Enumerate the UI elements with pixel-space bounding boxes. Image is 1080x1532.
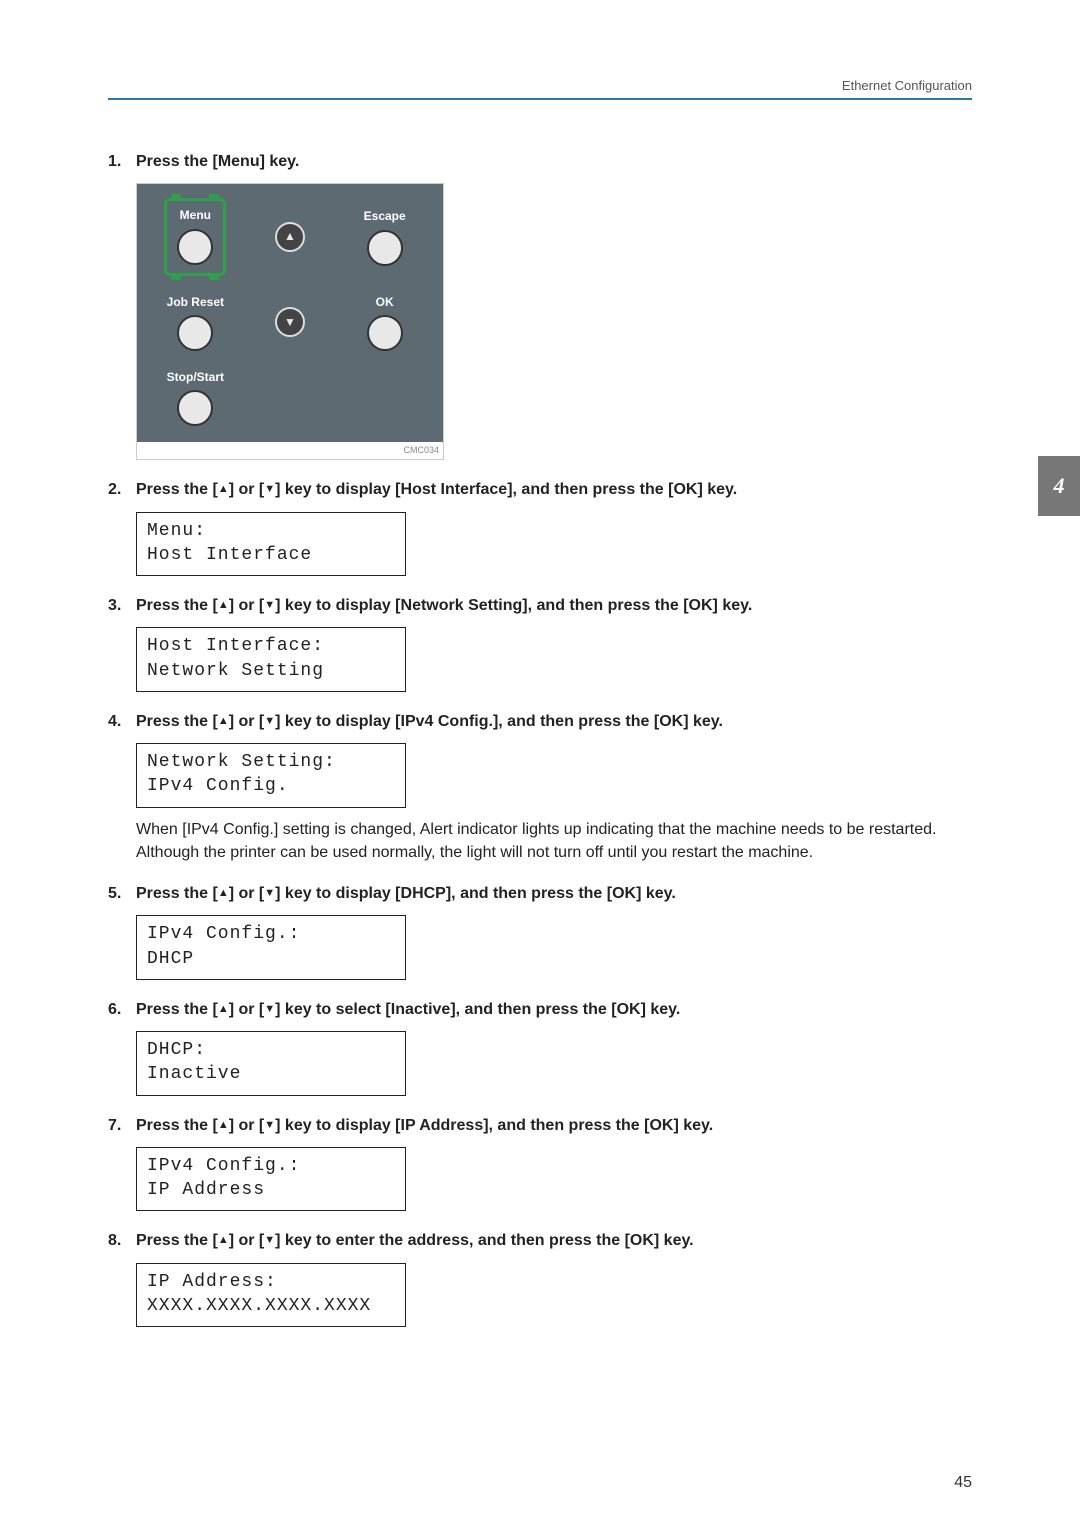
escape-button[interactable] (367, 230, 403, 266)
step-number: 8. (108, 1229, 136, 1252)
lcd-display: IPv4 Config.: DHCP (136, 915, 406, 980)
down-triangle-icon: ▼ (264, 1003, 275, 1015)
ok-label: OK (376, 294, 394, 311)
step-number: 7. (108, 1114, 136, 1137)
step-number: 5. (108, 882, 136, 905)
step-7-text: Press the [▲] or [▼] key to display [IP … (136, 1114, 713, 1137)
stop-start-label: Stop/Start (167, 369, 224, 386)
up-arrow-button[interactable]: ▲ (275, 222, 305, 252)
lcd-line: DHCP (147, 947, 395, 971)
menu-button-highlight: Menu (164, 198, 226, 275)
lcd-display: DHCP: Inactive (136, 1031, 406, 1096)
down-triangle-icon: ▼ (264, 599, 275, 611)
lcd-line: Network Setting: (147, 750, 395, 774)
step-number: 6. (108, 998, 136, 1021)
lcd-line: IPv4 Config.: (147, 1154, 395, 1178)
down-triangle-icon: ▼ (264, 715, 275, 727)
job-reset-label: Job Reset (167, 294, 224, 311)
menu-label: Menu (180, 207, 211, 224)
step-8-text: Press the [▲] or [▼] key to enter the ad… (136, 1229, 694, 1252)
step-4-text: Press the [▲] or [▼] key to display [IPv… (136, 710, 723, 733)
up-triangle-icon: ▲ (218, 715, 229, 727)
control-panel-figure: Menu ▲ Escape (136, 183, 444, 460)
lcd-line: IP Address (147, 1178, 395, 1202)
header-section: Ethernet Configuration (842, 78, 972, 93)
step-number: 3. (108, 594, 136, 617)
step-3-text: Press the [▲] or [▼] key to display [Net… (136, 594, 752, 617)
lcd-display: Menu: Host Interface (136, 512, 406, 577)
lcd-display: IP Address: XXXX.XXXX.XXXX.XXXX (136, 1263, 406, 1328)
lcd-line: DHCP: (147, 1038, 395, 1062)
ok-button[interactable] (367, 315, 403, 351)
down-triangle-icon: ▼ (264, 483, 275, 495)
lcd-line: XXXX.XXXX.XXXX.XXXX (147, 1294, 395, 1318)
step-4-note: When [IPv4 Config.] setting is changed, … (136, 818, 972, 864)
up-triangle-icon: ▲ (218, 887, 229, 899)
step-1-text: Press the [Menu] key. (136, 150, 299, 173)
step-number: 4. (108, 710, 136, 733)
up-triangle-icon: ▲ (218, 1003, 229, 1015)
lcd-line: Host Interface (147, 543, 395, 567)
up-triangle-icon: ▲ (218, 1119, 229, 1131)
chapter-tab: 4 (1038, 456, 1080, 516)
up-triangle-icon: ▲ (218, 599, 229, 611)
down-arrow-button[interactable]: ▼ (275, 307, 305, 337)
stop-start-button[interactable] (177, 390, 213, 426)
lcd-line: IPv4 Config. (147, 774, 395, 798)
header-rule (108, 98, 972, 100)
lcd-line: Inactive (147, 1062, 395, 1086)
job-reset-button[interactable] (177, 315, 213, 351)
lcd-line: Network Setting (147, 659, 395, 683)
lcd-display: Host Interface: Network Setting (136, 627, 406, 692)
figure-caption: CMC034 (137, 442, 443, 459)
lcd-display: IPv4 Config.: IP Address (136, 1147, 406, 1212)
step-number: 1. (108, 150, 136, 173)
page-number: 45 (954, 1474, 972, 1492)
lcd-display: Network Setting: IPv4 Config. (136, 743, 406, 808)
lcd-line: Menu: (147, 519, 395, 543)
down-triangle-icon: ▼ (264, 1119, 275, 1131)
step-6-text: Press the [▲] or [▼] key to select [Inac… (136, 998, 680, 1021)
up-triangle-icon: ▲ (218, 1234, 229, 1246)
lcd-line: Host Interface: (147, 634, 395, 658)
step-number: 2. (108, 478, 136, 501)
lcd-line: IP Address: (147, 1270, 395, 1294)
down-triangle-icon: ▼ (264, 887, 275, 899)
menu-button[interactable] (177, 229, 213, 265)
step-2-text: Press the [▲] or [▼] key to display [Hos… (136, 478, 737, 501)
step-5-text: Press the [▲] or [▼] key to display [DHC… (136, 882, 676, 905)
lcd-line: IPv4 Config.: (147, 922, 395, 946)
down-triangle-icon: ▼ (264, 1234, 275, 1246)
escape-label: Escape (364, 208, 406, 225)
up-triangle-icon: ▲ (218, 483, 229, 495)
